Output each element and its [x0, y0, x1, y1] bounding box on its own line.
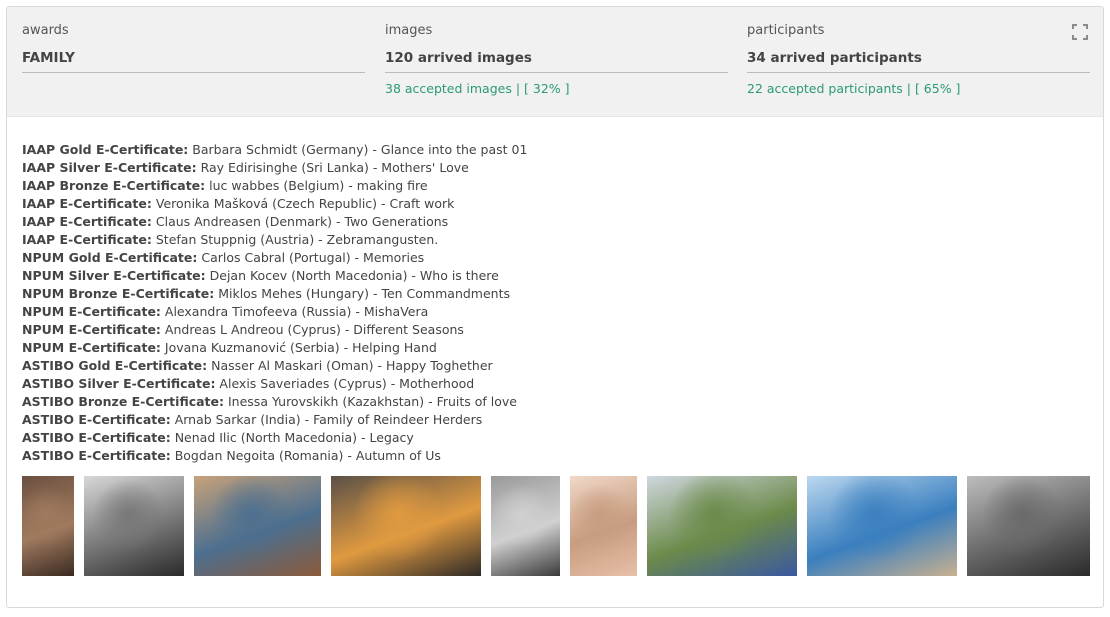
participants-label: participants	[747, 23, 825, 38]
award-line: NPUM Silver E-Certificate: Dejan Kocev (…	[22, 267, 527, 285]
award-winner: Alexandra Timofeeva (Russia) - MishaVera	[160, 304, 429, 319]
thumb-craft-work[interactable]	[194, 476, 321, 576]
award-line: ASTIBO E-Certificate: Bogdan Negoita (Ro…	[22, 447, 527, 465]
awards-panel: awards FAMILY images 120 arrived images …	[6, 6, 1104, 608]
award-title: ASTIBO E-Certificate:	[22, 448, 171, 463]
thumbnail-strip	[7, 476, 1103, 576]
award-title: NPUM Silver E-Certificate:	[22, 268, 206, 283]
award-winner: Miklos Mehes (Hungary) - Ten Commandment…	[214, 286, 511, 301]
award-title: IAAP E-Certificate:	[22, 232, 152, 247]
awards-label: awards	[22, 23, 69, 38]
award-winner: Inessa Yurovskikh (Kazakhstan) - Fruits …	[224, 394, 517, 409]
award-winner: Ray Edirisinghe (Sri Lanka) - Mothers' L…	[196, 160, 469, 175]
award-winner: Carlos Cabral (Portugal) - Memories	[197, 250, 425, 265]
award-winner: Nasser Al Maskari (Oman) - Happy Togheth…	[207, 358, 493, 373]
award-title: NPUM E-Certificate:	[22, 340, 161, 355]
award-title: NPUM E-Certificate:	[22, 322, 161, 337]
award-line: IAAP Gold E-Certificate: Barbara Schmidt…	[22, 141, 527, 159]
award-line: ASTIBO E-Certificate: Nenad Ilic (North …	[22, 429, 527, 447]
award-line: IAAP E-Certificate: Veronika Mašková (Cz…	[22, 195, 527, 213]
award-winner: Stefan Stuppnig (Austria) - Zebramangust…	[151, 232, 439, 247]
award-winner: Claus Andreasen (Denmark) - Two Generati…	[151, 214, 449, 229]
award-winner: Arnab Sarkar (India) - Family of Reindee…	[170, 412, 483, 427]
award-winner: Nenad Ilic (North Macedonia) - Legacy	[170, 430, 414, 445]
awards-category: FAMILY	[22, 50, 365, 73]
award-line: ASTIBO Bronze E-Certificate: Inessa Yuro…	[22, 393, 527, 411]
award-line: ASTIBO E-Certificate: Arnab Sarkar (Indi…	[22, 411, 527, 429]
thumb-elderly-couple-portrait[interactable]	[84, 476, 184, 576]
thumb-seaside-bench[interactable]	[807, 476, 957, 576]
award-title: ASTIBO Silver E-Certificate:	[22, 376, 216, 391]
award-winner: Dejan Kocev (North Macedonia) - Who is t…	[205, 268, 499, 283]
arrived-participants-count: 34 arrived participants	[747, 50, 1090, 73]
award-line: ASTIBO Silver E-Certificate: Alexis Save…	[22, 375, 527, 393]
award-winner: Veronika Mašková (Czech Republic) - Craf…	[151, 196, 455, 211]
award-title: IAAP E-Certificate:	[22, 196, 152, 211]
thumb-making-fire[interactable]	[331, 476, 481, 576]
award-line: IAAP E-Certificate: Claus Andreasen (Den…	[22, 213, 527, 231]
award-line: IAAP E-Certificate: Stefan Stuppnig (Aus…	[22, 231, 527, 249]
award-line: NPUM Gold E-Certificate: Carlos Cabral (…	[22, 249, 527, 267]
award-title: ASTIBO E-Certificate:	[22, 430, 171, 445]
thumb-autumn-forest-bw[interactable]	[967, 476, 1090, 576]
award-title: NPUM E-Certificate:	[22, 304, 161, 319]
thumb-reindeer-herders[interactable]	[647, 476, 797, 576]
thumb-mother-child[interactable]	[22, 476, 74, 576]
award-winner: luc wabbes (Belgium) - making fire	[205, 178, 428, 193]
award-title: ASTIBO Gold E-Certificate:	[22, 358, 208, 373]
arrived-images-count: 120 arrived images	[385, 50, 728, 73]
award-title: ASTIBO Bronze E-Certificate:	[22, 394, 225, 409]
award-line: IAAP Bronze E-Certificate: luc wabbes (B…	[22, 177, 527, 195]
award-winner: Bogdan Negoita (Romania) - Autumn of Us	[170, 448, 441, 463]
award-line: IAAP Silver E-Certificate: Ray Edirising…	[22, 159, 527, 177]
award-title: IAAP Bronze E-Certificate:	[22, 178, 206, 193]
accepted-participants-count: 22 accepted participants | [ 65% ]	[747, 81, 961, 96]
award-title: ASTIBO E-Certificate:	[22, 412, 171, 427]
award-winner: Jovana Kuzmanović (Serbia) - Helping Han…	[160, 340, 437, 355]
stats-header: awards FAMILY images 120 arrived images …	[7, 7, 1103, 117]
award-title: NPUM Gold E-Certificate:	[22, 250, 198, 265]
accepted-images-count: 38 accepted images | [ 32% ]	[385, 81, 570, 96]
award-winner: Andreas L Andreou (Cyprus) - Different S…	[160, 322, 464, 337]
award-line: NPUM E-Certificate: Alexandra Timofeeva …	[22, 303, 527, 321]
thumb-motherhood-closeup[interactable]	[570, 476, 637, 576]
award-title: IAAP Gold E-Certificate:	[22, 142, 189, 157]
fullscreen-expand-icon[interactable]	[1072, 24, 1088, 40]
award-winner: Barbara Schmidt (Germany) - Glance into …	[188, 142, 528, 157]
award-title: IAAP Silver E-Certificate:	[22, 160, 197, 175]
award-winner: Alexis Saveriades (Cyprus) - Motherhood	[215, 376, 475, 391]
images-label: images	[385, 23, 433, 38]
award-line: ASTIBO Gold E-Certificate: Nasser Al Mas…	[22, 357, 527, 375]
award-title: IAAP E-Certificate:	[22, 214, 152, 229]
award-line: NPUM E-Certificate: Andreas L Andreou (C…	[22, 321, 527, 339]
award-line: NPUM Bronze E-Certificate: Miklos Mehes …	[22, 285, 527, 303]
award-line: NPUM E-Certificate: Jovana Kuzmanović (S…	[22, 339, 527, 357]
awards-list: IAAP Gold E-Certificate: Barbara Schmidt…	[22, 141, 527, 465]
award-title: NPUM Bronze E-Certificate:	[22, 286, 215, 301]
thumb-mother-baby-bw[interactable]	[491, 476, 560, 576]
